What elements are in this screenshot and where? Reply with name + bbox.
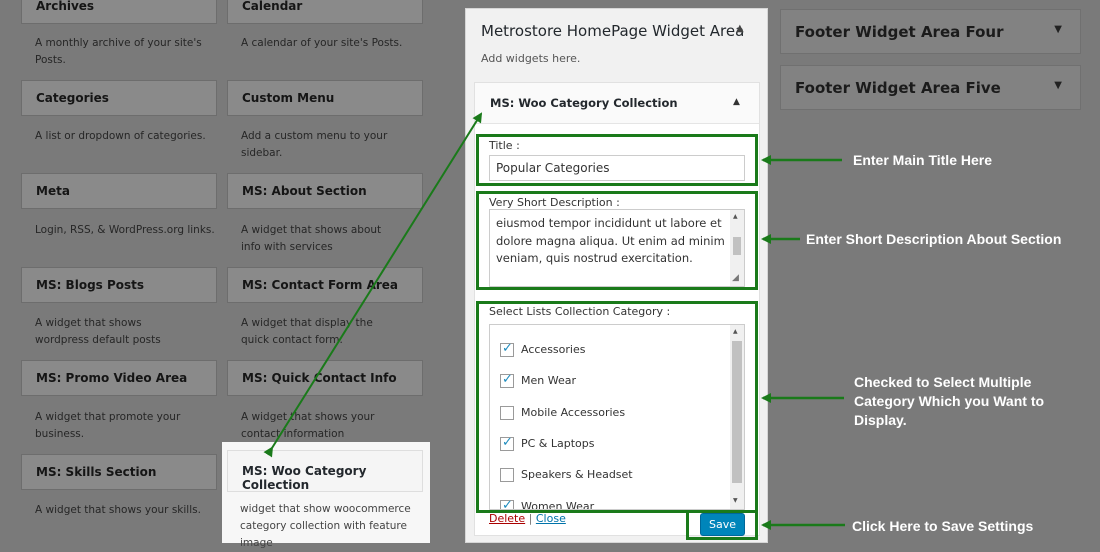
annotation-description: Enter Short Description About Section [806, 231, 1062, 247]
annotation-save: Click Here to Save Settings [852, 518, 1034, 534]
arrow-drag-widget [263, 112, 483, 458]
annotation-title: Enter Main Title Here [853, 152, 993, 168]
annotation-categories: Checked to Select Multiple Category Whic… [854, 374, 1045, 428]
annotation-arrows [263, 112, 845, 530]
